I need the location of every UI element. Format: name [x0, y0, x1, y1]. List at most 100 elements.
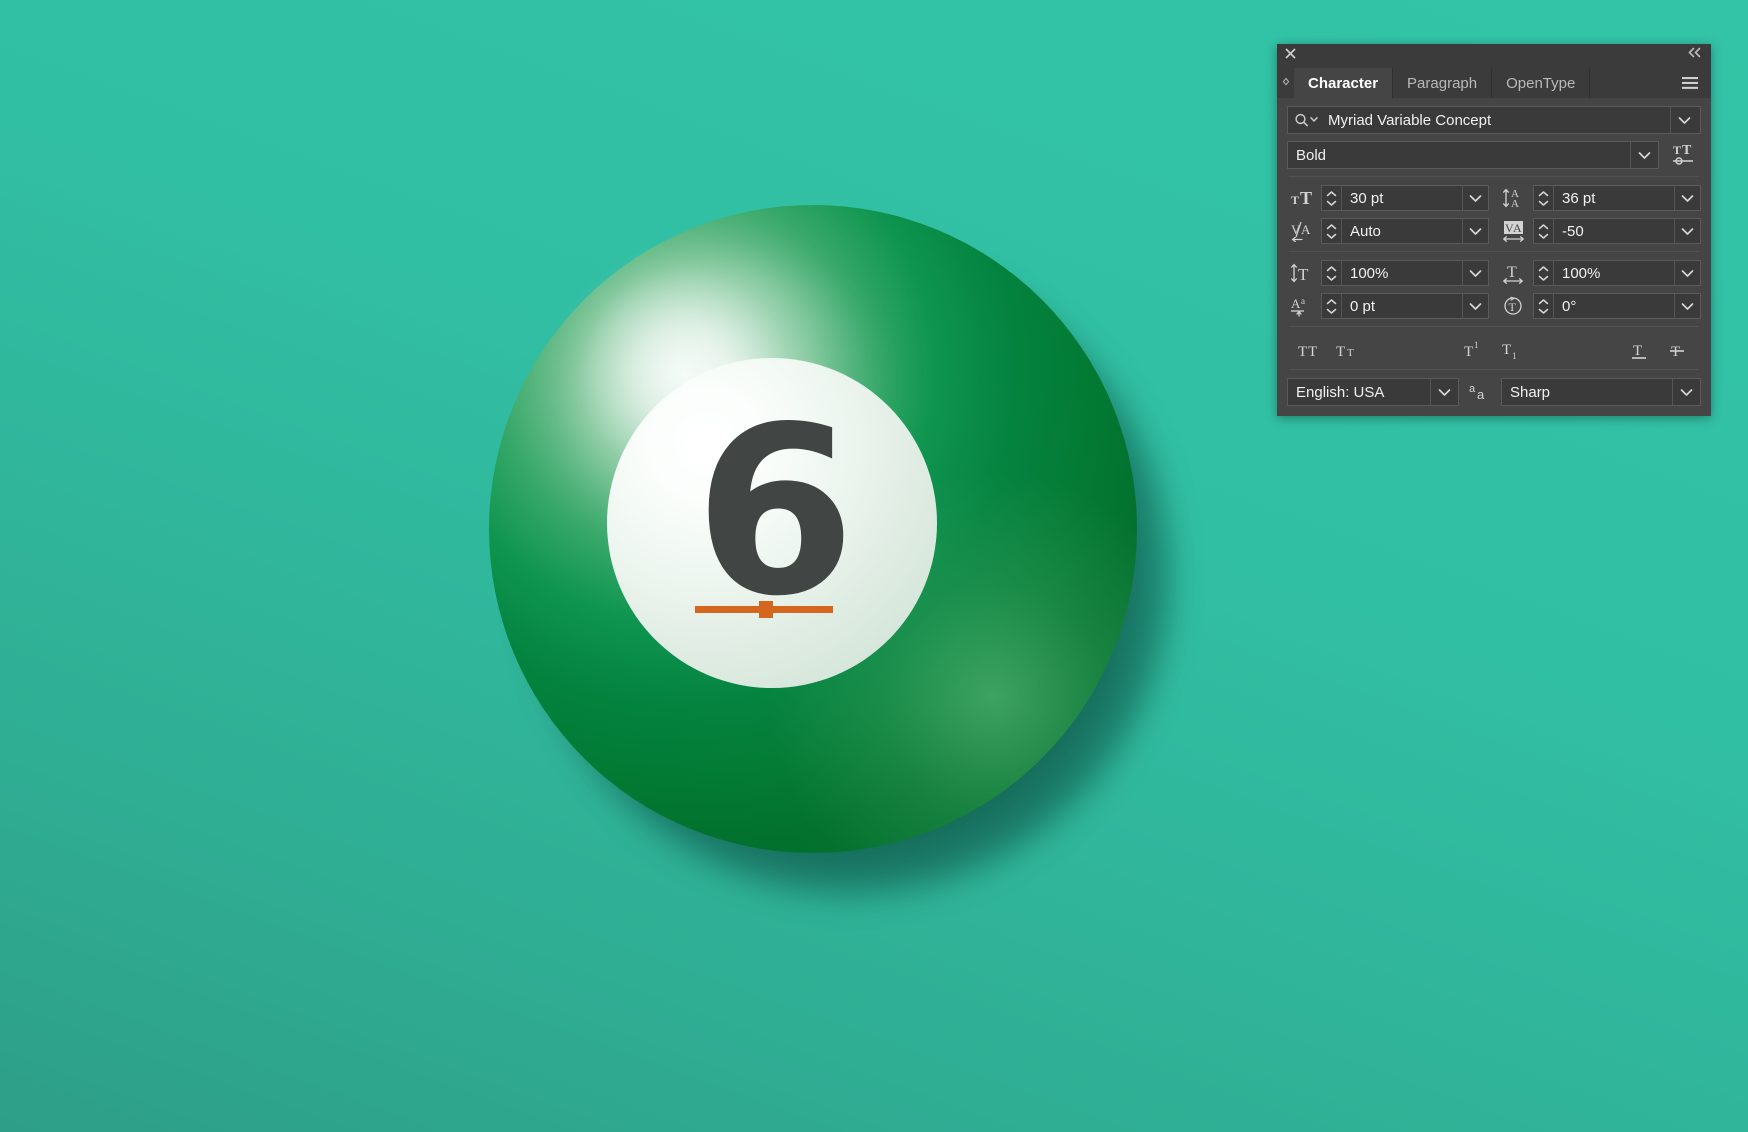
svg-text:T: T [1507, 264, 1517, 281]
svg-text:T: T [1673, 143, 1681, 157]
anti-aliasing-chevron-down-icon[interactable] [1672, 379, 1700, 405]
small-caps-icon: T T [1335, 340, 1361, 360]
tab-paragraph[interactable]: Paragraph [1393, 68, 1492, 98]
subscript-button[interactable]: T 1 [1494, 336, 1532, 364]
panel-tab-bar[interactable]: Character Paragraph OpenType [1277, 68, 1711, 98]
leading-value[interactable]: 36 pt [1554, 190, 1674, 207]
svg-text:A: A [1511, 198, 1519, 209]
vertical-scale-chevron-down-icon[interactable] [1462, 261, 1488, 285]
leading-chevron-down-icon[interactable] [1674, 186, 1700, 210]
anti-aliasing-value[interactable]: Sharp [1510, 384, 1672, 401]
scale-row: T 100% [1287, 260, 1701, 286]
anti-aliasing-icon: a a [1459, 381, 1501, 403]
svg-text:T: T [1671, 344, 1680, 360]
svg-text:T: T [1298, 344, 1307, 360]
svg-text:T: T [1300, 188, 1312, 208]
double-chevron-left-icon[interactable] [1687, 47, 1702, 58]
kerning-metric: V A [1287, 218, 1489, 244]
font-size-chevron-down-icon[interactable] [1462, 186, 1488, 210]
all-caps-button[interactable]: T T [1291, 336, 1329, 364]
svg-text:V: V [1291, 222, 1301, 237]
font-size-input[interactable]: 30 pt [1321, 185, 1489, 211]
kerning-stepper[interactable] [1322, 219, 1342, 243]
horizontal-scale-chevron-down-icon[interactable] [1674, 261, 1700, 285]
tracking-icon: V A [1499, 218, 1533, 244]
horizontal-scale-stepper[interactable] [1534, 261, 1554, 285]
strikethrough-icon: T [1667, 340, 1689, 360]
font-family-field[interactable]: Myriad Variable Concept [1287, 106, 1701, 134]
text-style-button-row: T T T T [1287, 335, 1701, 365]
character-panel[interactable]: Character Paragraph OpenType [1277, 44, 1711, 416]
font-size-stepper[interactable] [1322, 186, 1342, 210]
baseline-rotation-row: A a [1287, 293, 1701, 319]
leading-stepper[interactable] [1534, 186, 1554, 210]
kerning-value[interactable]: Auto [1342, 223, 1462, 240]
vertical-scale-metric: T 100% [1287, 260, 1489, 286]
divider-2 [1289, 251, 1699, 252]
font-family-row: Myriad Variable Concept [1287, 106, 1701, 134]
underline-button[interactable]: T [1621, 336, 1659, 364]
search-icon[interactable] [1294, 113, 1324, 127]
divider-1 [1289, 176, 1699, 177]
baseline-shift-chevron-down-icon[interactable] [1462, 294, 1488, 318]
character-rotation-chevron-down-icon[interactable] [1674, 294, 1700, 318]
character-rotation-value[interactable]: 0° [1554, 298, 1674, 315]
svg-text:1: 1 [1474, 340, 1479, 350]
superscript-icon: T 1 [1462, 340, 1488, 360]
superscript-button[interactable]: T 1 [1456, 336, 1494, 364]
hamburger-menu-icon[interactable] [1669, 68, 1711, 98]
tracking-value[interactable]: -50 [1554, 223, 1674, 240]
tab-character[interactable]: Character [1294, 68, 1393, 98]
baseline-shift-value[interactable]: 0 pt [1342, 298, 1462, 315]
font-family-chevron-down-icon[interactable] [1670, 107, 1698, 133]
horizontal-scale-input[interactable]: 100% [1533, 260, 1701, 286]
small-caps-button[interactable]: T T [1329, 336, 1367, 364]
font-size-value[interactable]: 30 pt [1342, 190, 1462, 207]
horizontal-scale-value[interactable]: 100% [1554, 265, 1674, 282]
character-rotation-stepper[interactable] [1534, 294, 1554, 318]
vertical-scale-icon: T [1287, 260, 1321, 286]
font-style-row: Bold T T [1287, 141, 1701, 169]
svg-text:T: T [1682, 143, 1692, 158]
svg-text:a: a [1469, 383, 1476, 395]
font-style-chevron-down-icon[interactable] [1630, 142, 1658, 168]
tracking-metric: V A [1499, 218, 1701, 244]
svg-text:T: T [1509, 300, 1517, 314]
tracking-input[interactable]: -50 [1533, 218, 1701, 244]
language-value[interactable]: English: USA [1296, 384, 1430, 401]
billiard-ball-artwork[interactable]: 6 [489, 205, 1179, 895]
tracking-stepper[interactable] [1534, 219, 1554, 243]
panel-grip-icon[interactable] [1277, 68, 1294, 98]
vertical-scale-stepper[interactable] [1322, 261, 1342, 285]
vertical-scale-input[interactable]: 100% [1321, 260, 1489, 286]
close-icon[interactable] [1285, 48, 1301, 64]
font-style-value[interactable]: Bold [1296, 147, 1630, 164]
font-family-value[interactable]: Myriad Variable Concept [1324, 112, 1670, 129]
language-field[interactable]: English: USA [1287, 378, 1459, 406]
tab-opentype[interactable]: OpenType [1492, 68, 1590, 98]
kerning-input[interactable]: Auto [1321, 218, 1489, 244]
variable-font-settings-icon[interactable]: T T [1667, 141, 1701, 169]
svg-text:T: T [1464, 344, 1473, 360]
anti-aliasing-field[interactable]: Sharp [1501, 378, 1701, 406]
divider-3 [1289, 326, 1699, 327]
strikethrough-button[interactable]: T [1659, 336, 1697, 364]
svg-text:T: T [1308, 344, 1317, 360]
ball-number-text[interactable]: 6 [607, 358, 937, 688]
baseline-shift-input[interactable]: 0 pt [1321, 293, 1489, 319]
character-rotation-input[interactable]: 0° [1533, 293, 1701, 319]
app-canvas: 6 Charact [0, 0, 1748, 1132]
text-anchor-point[interactable] [759, 601, 773, 618]
baseline-shift-stepper[interactable] [1322, 294, 1342, 318]
size-leading-row: T T 30 pt [1287, 185, 1701, 211]
language-chevron-down-icon[interactable] [1430, 379, 1458, 405]
leading-input[interactable]: 36 pt [1533, 185, 1701, 211]
language-antialias-row: English: USA a a Sharp [1287, 378, 1701, 406]
tracking-chevron-down-icon[interactable] [1674, 219, 1700, 243]
panel-body: Myriad Variable Concept Bold [1277, 98, 1711, 416]
baseline-shift-metric: A a [1287, 293, 1489, 319]
vertical-scale-value[interactable]: 100% [1342, 265, 1462, 282]
font-style-field[interactable]: Bold [1287, 141, 1659, 169]
kerning-chevron-down-icon[interactable] [1462, 219, 1488, 243]
svg-text:T: T [1502, 342, 1511, 358]
